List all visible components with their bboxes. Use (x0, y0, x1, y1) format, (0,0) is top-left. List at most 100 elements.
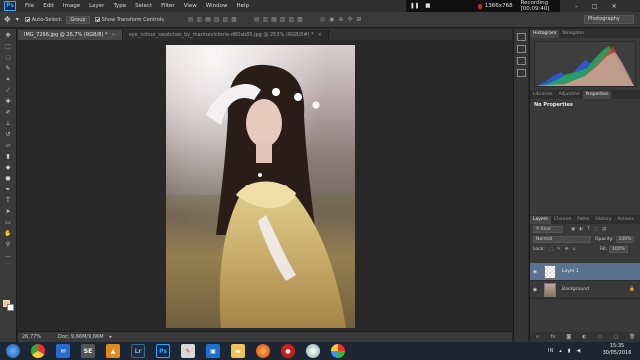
menu-help[interactable]: Help (236, 3, 249, 9)
tab-adjustments[interactable]: Adjustme (555, 91, 582, 99)
lasso-tool-icon[interactable]: ◌ (3, 53, 14, 62)
move-tool-icon[interactable]: ✥ (4, 15, 11, 24)
marquee-tool-icon[interactable]: ⬚ (3, 42, 14, 51)
pen-tool-icon[interactable]: ✒ (3, 185, 14, 194)
adjustment-icon[interactable]: ◐ (582, 334, 586, 340)
tab-navigator[interactable]: Navigator (559, 30, 587, 38)
lightroom-icon[interactable]: Lr (131, 344, 145, 358)
explorer-icon[interactable]: ▬ (231, 344, 245, 358)
blur-tool-icon[interactable]: ◆ (3, 163, 14, 172)
fill-field[interactable]: 100% (608, 245, 628, 253)
blend-mode-dropdown[interactable]: Normal (533, 235, 591, 243)
pause-icon[interactable]: ❚❚ (410, 3, 419, 9)
3d-mode-icons[interactable]: ◎◉⊕✣⊞ (320, 16, 366, 23)
volume-icon[interactable]: ◀ (577, 348, 581, 354)
lock-icons[interactable]: ⬚✎✥⌂ (549, 247, 580, 252)
tab-properties[interactable]: Properties (582, 91, 612, 99)
history-brush-tool-icon[interactable]: ↺ (3, 130, 14, 139)
path-select-tool-icon[interactable]: ➤ (3, 207, 14, 216)
new-layer-icon[interactable]: ▢ (613, 334, 618, 340)
photoshop-icon[interactable]: Ps (156, 344, 170, 358)
layer-filter-dropdown[interactable]: ⚲ Kind (533, 225, 563, 233)
network-icon[interactable]: ▮ (568, 348, 571, 354)
layer-row-background[interactable]: ◉ Background 🔒 (530, 281, 640, 299)
document-photo[interactable] (166, 45, 355, 328)
tray-arrow-icon[interactable]: ▴ (559, 348, 562, 354)
move-tool-icon[interactable]: ✥ (3, 31, 14, 40)
chrome-icon[interactable] (31, 344, 45, 358)
menu-layer[interactable]: Layer (89, 3, 104, 9)
start-orb-icon[interactable] (6, 344, 20, 358)
workspace-dropdown[interactable]: Photography (584, 15, 634, 24)
menu-image[interactable]: Image (63, 3, 80, 9)
menu-type[interactable]: Type (113, 3, 126, 9)
menu-select[interactable]: Select (135, 3, 152, 9)
eye-icon[interactable]: ◉ (530, 287, 540, 293)
hand-tool-icon[interactable]: ✋ (3, 229, 14, 238)
auto-select-target-dropdown[interactable]: Group (66, 15, 90, 24)
recorder-icon[interactable]: ● (281, 344, 295, 358)
align-icons[interactable]: ▤▥▦▧▨▩ (188, 16, 240, 23)
layer-row-layer-1[interactable]: ◉ Layer 1 (530, 263, 640, 281)
menu-filter[interactable]: Filter (161, 3, 175, 9)
filter-type-icons[interactable]: ▣◐T⬚▤ (571, 227, 610, 232)
fx-icon[interactable]: fx (551, 334, 556, 340)
panel-options-icon[interactable] (516, 33, 526, 41)
link-icon[interactable]: ∞ (536, 334, 540, 340)
tab-layers[interactable]: Layers (530, 216, 551, 224)
zoom-level-field[interactable]: 26,77% (22, 334, 44, 340)
panel-brush-icon[interactable] (516, 57, 526, 65)
eraser-tool-icon[interactable]: ▱ (3, 141, 14, 150)
panel-history-icon[interactable] (516, 45, 526, 53)
healing-brush-tool-icon[interactable]: ✚ (3, 97, 14, 106)
tab-eye-colour-swatches[interactable]: eye_colour_swatches_by_marinavictoria-d6… (122, 30, 329, 40)
photos-icon[interactable]: ▣ (206, 344, 220, 358)
browser-icon[interactable] (306, 344, 320, 358)
clone-stamp-tool-icon[interactable]: ⊥ (3, 119, 14, 128)
se-icon[interactable]: SE (81, 344, 95, 358)
trash-icon[interactable]: 🗑 (629, 334, 635, 340)
menu-edit[interactable]: Edit (43, 3, 54, 9)
minimize-button[interactable]: – (575, 3, 578, 10)
close-button[interactable]: ✕ (612, 3, 617, 10)
more-tools-icon[interactable]: … (3, 251, 14, 260)
mail-icon[interactable]: ✉ (56, 344, 70, 358)
eye-icon[interactable]: ◉ (530, 269, 540, 275)
close-icon[interactable]: × (318, 32, 322, 38)
menu-file[interactable]: File (25, 3, 34, 9)
mask-icon[interactable]: ◙ (566, 334, 571, 340)
close-icon[interactable]: × (112, 32, 116, 38)
eyedropper-tool-icon[interactable]: ⟋ (3, 86, 14, 95)
background-color-swatch[interactable] (7, 304, 14, 311)
tab-history[interactable]: History (592, 216, 614, 224)
stop-icon[interactable]: ■ (425, 3, 430, 9)
show-transform-checkbox[interactable] (94, 17, 100, 22)
crop-tool-icon[interactable]: ⌗ (3, 75, 14, 84)
firefox-icon[interactable] (256, 344, 270, 358)
tab-histogram[interactable]: Histogram (530, 30, 560, 38)
shape-tool-icon[interactable]: ▭ (3, 218, 14, 227)
paint-icon[interactable]: ✎ (181, 344, 195, 358)
tab-actions[interactable]: Actions (614, 216, 636, 224)
tab-img-7266[interactable]: IMG_7266.jpg @ 26,7% (RGB/8) * × (18, 30, 123, 40)
gradient-tool-icon[interactable]: ▮ (3, 152, 14, 161)
tab-channels[interactable]: Channe (551, 216, 574, 224)
auto-select-checkbox[interactable] (24, 17, 30, 22)
folder-icon[interactable]: ▭ (598, 334, 603, 340)
camera-icon[interactable] (331, 344, 345, 358)
taskbar-clock[interactable]: 15:35 30/05/2016 (597, 343, 637, 357)
menu-window[interactable]: Window (206, 3, 228, 9)
media-icon[interactable]: ▲ (106, 344, 120, 358)
chevron-right-icon[interactable]: ▸ (110, 334, 113, 340)
panel-info-icon[interactable] (516, 69, 526, 77)
opacity-field[interactable]: 100% (615, 235, 635, 243)
tab-libraries[interactable]: Libraries (530, 91, 555, 99)
chevron-down-icon[interactable]: ▾ (16, 16, 19, 23)
language-indicator[interactable]: IN (548, 348, 553, 354)
maximize-button[interactable]: □ (592, 3, 598, 10)
brush-tool-icon[interactable]: ✐ (3, 108, 14, 117)
menu-view[interactable]: View (184, 3, 197, 9)
zoom-tool-icon[interactable]: ⚲ (3, 240, 14, 249)
quick-select-tool-icon[interactable]: ✎ (3, 64, 14, 73)
tab-paths[interactable]: Paths (574, 216, 592, 224)
